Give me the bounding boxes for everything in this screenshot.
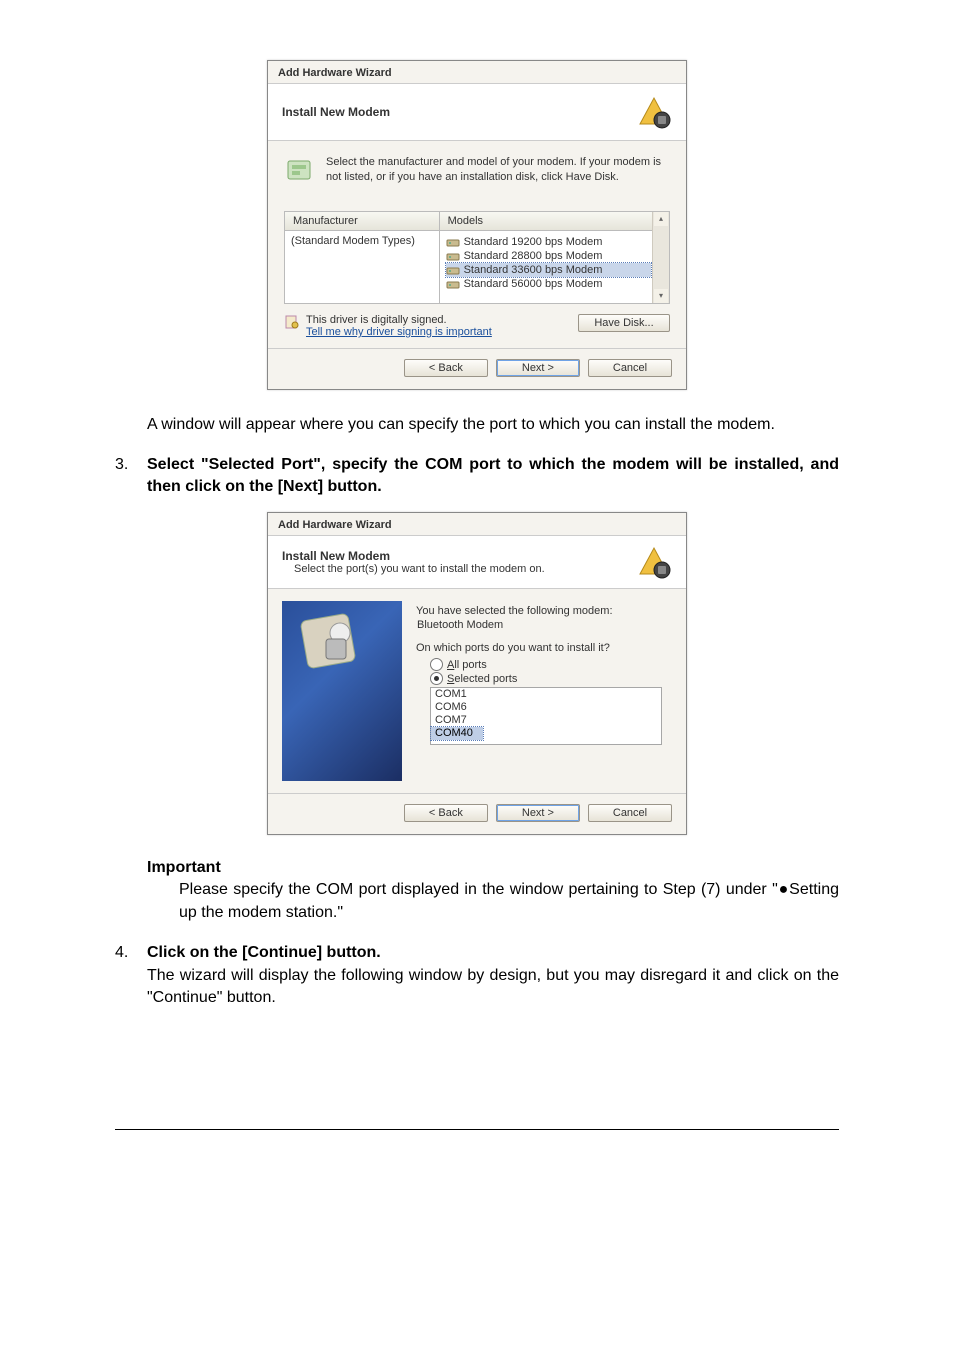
- dialog-title: Add Hardware Wizard: [268, 513, 686, 535]
- models-header: Models ▲: [440, 212, 669, 231]
- step-3: 3. Select "Selected Port", specify the C…: [115, 454, 839, 499]
- next-button[interactable]: Next >: [496, 804, 580, 822]
- dialog-subheader: Select the port(s) you want to install t…: [282, 563, 622, 575]
- selected-modem-name: Bluetooth Modem: [416, 617, 670, 642]
- manufacturer-header: Manufacturer: [285, 212, 439, 231]
- modem-icon: [446, 264, 460, 276]
- dialog-footer: < Back Next > Cancel: [268, 348, 686, 389]
- hardware-wizard-dialog-1: Add Hardware Wizard Install New Modem: [267, 60, 687, 390]
- ports-question: On which ports do you want to install it…: [416, 642, 670, 654]
- model-item[interactable]: Standard 28800 bps Modem: [446, 249, 651, 263]
- manufacturer-item[interactable]: (Standard Modem Types): [291, 235, 433, 247]
- port-item-selected[interactable]: COM40: [431, 727, 483, 740]
- dialog-header: Install New Modem: [268, 83, 686, 141]
- driver-signed-text: This driver is digitally signed.: [306, 314, 567, 326]
- port-item[interactable]: COM6: [431, 701, 661, 714]
- model-label: Standard 33600 bps Modem: [464, 264, 603, 276]
- scroll-down-icon[interactable]: ▾: [654, 289, 668, 303]
- modem-icon: [446, 278, 460, 290]
- certificate-icon: [284, 314, 300, 330]
- next-button[interactable]: Next >: [496, 359, 580, 377]
- model-selection-table: Manufacturer (Standard Modem Types) Mode…: [284, 211, 670, 304]
- scrollbar[interactable]: ▴ ▾: [652, 212, 669, 303]
- radio-checked-icon: [430, 672, 443, 685]
- radio-selected-label: elected ports: [454, 673, 517, 685]
- modem-icon: [446, 250, 460, 262]
- radio-all-label: ll ports: [454, 659, 486, 671]
- dialog-header-title: Install New Modem: [282, 105, 622, 119]
- step-number: 3.: [115, 454, 147, 476]
- model-item[interactable]: Standard 19200 bps Modem: [446, 235, 651, 249]
- instruction-text: Select the manufacturer and model of you…: [326, 155, 670, 185]
- model-label: Standard 19200 bps Modem: [464, 236, 603, 248]
- models-header-label: Models: [448, 215, 483, 227]
- radio-selected-ports[interactable]: Selected ports: [416, 672, 670, 685]
- dialog-title: Add Hardware Wizard: [268, 61, 686, 83]
- selected-modem-label: You have selected the following modem:: [416, 605, 670, 617]
- model-item-selected[interactable]: Standard 33600 bps Modem: [446, 263, 651, 277]
- hardware-wizard-dialog-2: Add Hardware Wizard Install New Modem Se…: [267, 512, 687, 835]
- cancel-button[interactable]: Cancel: [588, 804, 672, 822]
- back-button[interactable]: < Back: [404, 359, 488, 377]
- driver-signing-row: This driver is digitally signed. Tell me…: [284, 314, 670, 338]
- important-label: Important: [147, 859, 839, 877]
- radio-icon: [430, 658, 443, 671]
- driver-signing-link[interactable]: Tell me why driver signing is important: [306, 326, 492, 338]
- have-disk-button[interactable]: Have Disk...: [578, 314, 670, 332]
- model-label: Standard 28800 bps Modem: [464, 250, 603, 262]
- important-text: Please specify the COM port displayed in…: [147, 879, 839, 924]
- step-3-text: Select "Selected Port", specify the COM …: [147, 454, 839, 499]
- dialog-footer: < Back Next > Cancel: [268, 793, 686, 834]
- instruction-row: Select the manufacturer and model of you…: [284, 155, 670, 187]
- model-item[interactable]: Standard 56000 bps Modem: [446, 277, 651, 291]
- scroll-up-icon[interactable]: ▴: [654, 212, 668, 226]
- step-4: 4. Click on the [Continue] button. The w…: [115, 942, 839, 1009]
- modem-header-icon: [636, 544, 672, 580]
- port-item[interactable]: COM1: [431, 688, 661, 701]
- port-listbox[interactable]: COM1 COM6 COM7 COM40: [430, 687, 662, 745]
- step-4-title: Click on the [Continue] button.: [147, 944, 381, 961]
- paragraph-1: A window will appear where you can speci…: [147, 414, 839, 436]
- dialog-header-title: Install New Modem: [282, 549, 390, 563]
- modem-header-icon: [636, 94, 672, 130]
- radio-all-ports[interactable]: All ports: [416, 658, 670, 671]
- install-disk-icon: [284, 155, 316, 187]
- back-button[interactable]: < Back: [404, 804, 488, 822]
- page-footer-rule: [115, 1129, 839, 1130]
- wizard-side-graphic: [282, 601, 402, 781]
- dialog-header: Install New Modem Select the port(s) you…: [268, 535, 686, 589]
- step-number: 4.: [115, 942, 147, 964]
- step-4-text: The wizard will display the following wi…: [147, 967, 839, 1006]
- modem-icon: [446, 236, 460, 248]
- port-item[interactable]: COM7: [431, 714, 661, 727]
- model-label: Standard 56000 bps Modem: [464, 278, 603, 290]
- cancel-button[interactable]: Cancel: [588, 359, 672, 377]
